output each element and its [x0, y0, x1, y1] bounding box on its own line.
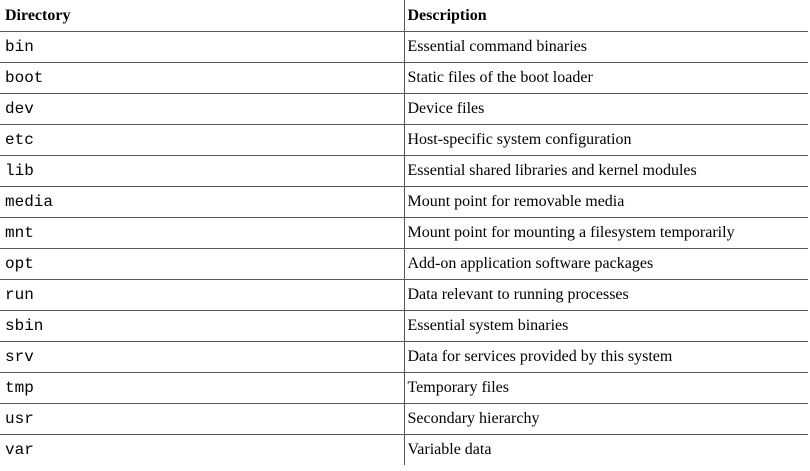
- description-cell: Essential command binaries: [403, 31, 808, 63]
- table-row: sbin Essential system binaries: [0, 310, 808, 342]
- directory-cell: dev: [0, 93, 404, 125]
- directory-cell: run: [0, 279, 404, 311]
- directory-cell: sbin: [0, 310, 404, 342]
- table-row: opt Add-on application software packages: [0, 248, 808, 280]
- description-cell: Host-specific system configuration: [403, 124, 808, 156]
- description-cell: Essential system binaries: [403, 310, 808, 342]
- description-cell: Mount point for mounting a filesystem te…: [403, 217, 808, 249]
- table-row: var Variable data: [0, 434, 808, 465]
- table-row: bin Essential command binaries: [0, 31, 808, 63]
- description-cell: Temporary files: [403, 372, 808, 404]
- description-cell: Device files: [403, 93, 808, 125]
- table-row: usr Secondary hierarchy: [0, 403, 808, 435]
- description-cell: Add-on application software packages: [403, 248, 808, 280]
- description-cell: Variable data: [403, 434, 808, 465]
- description-cell: Mount point for removable media: [403, 186, 808, 218]
- column-header-directory: Directory: [0, 0, 404, 32]
- table-row: srv Data for services provided by this s…: [0, 341, 808, 373]
- description-cell: Essential shared libraries and kernel mo…: [403, 155, 808, 187]
- directory-cell: lib: [0, 155, 404, 187]
- description-cell: Data for services provided by this syste…: [403, 341, 808, 373]
- table-row: dev Device files: [0, 93, 808, 125]
- directory-table: Directory Description bin Essential comm…: [0, 0, 808, 465]
- table-row: etc Host-specific system configuration: [0, 124, 808, 156]
- description-cell: Secondary hierarchy: [403, 403, 808, 435]
- directory-cell: usr: [0, 403, 404, 435]
- directory-cell: opt: [0, 248, 404, 280]
- table-header-row: Directory Description: [0, 0, 808, 32]
- directory-cell: var: [5, 441, 34, 459]
- directory-cell: etc: [0, 124, 404, 156]
- table-row: lib Essential shared libraries and kerne…: [0, 155, 808, 187]
- directory-cell: srv: [0, 341, 404, 373]
- table-row: tmp Temporary files: [0, 372, 808, 404]
- table-row: run Data relevant to running processes: [0, 279, 808, 311]
- table-row: mnt Mount point for mounting a filesyste…: [0, 217, 808, 249]
- directory-cell: tmp: [0, 372, 404, 404]
- table-row: media Mount point for removable media: [0, 186, 808, 218]
- table-row: boot Static files of the boot loader: [0, 62, 808, 94]
- directory-cell: bin: [0, 31, 404, 63]
- directory-cell: boot: [0, 62, 404, 94]
- description-cell: Data relevant to running processes: [403, 279, 808, 311]
- directory-cell: mnt: [0, 217, 404, 249]
- column-header-description: Description: [403, 0, 808, 32]
- directory-cell: media: [0, 186, 404, 218]
- description-cell: Static files of the boot loader: [403, 62, 808, 94]
